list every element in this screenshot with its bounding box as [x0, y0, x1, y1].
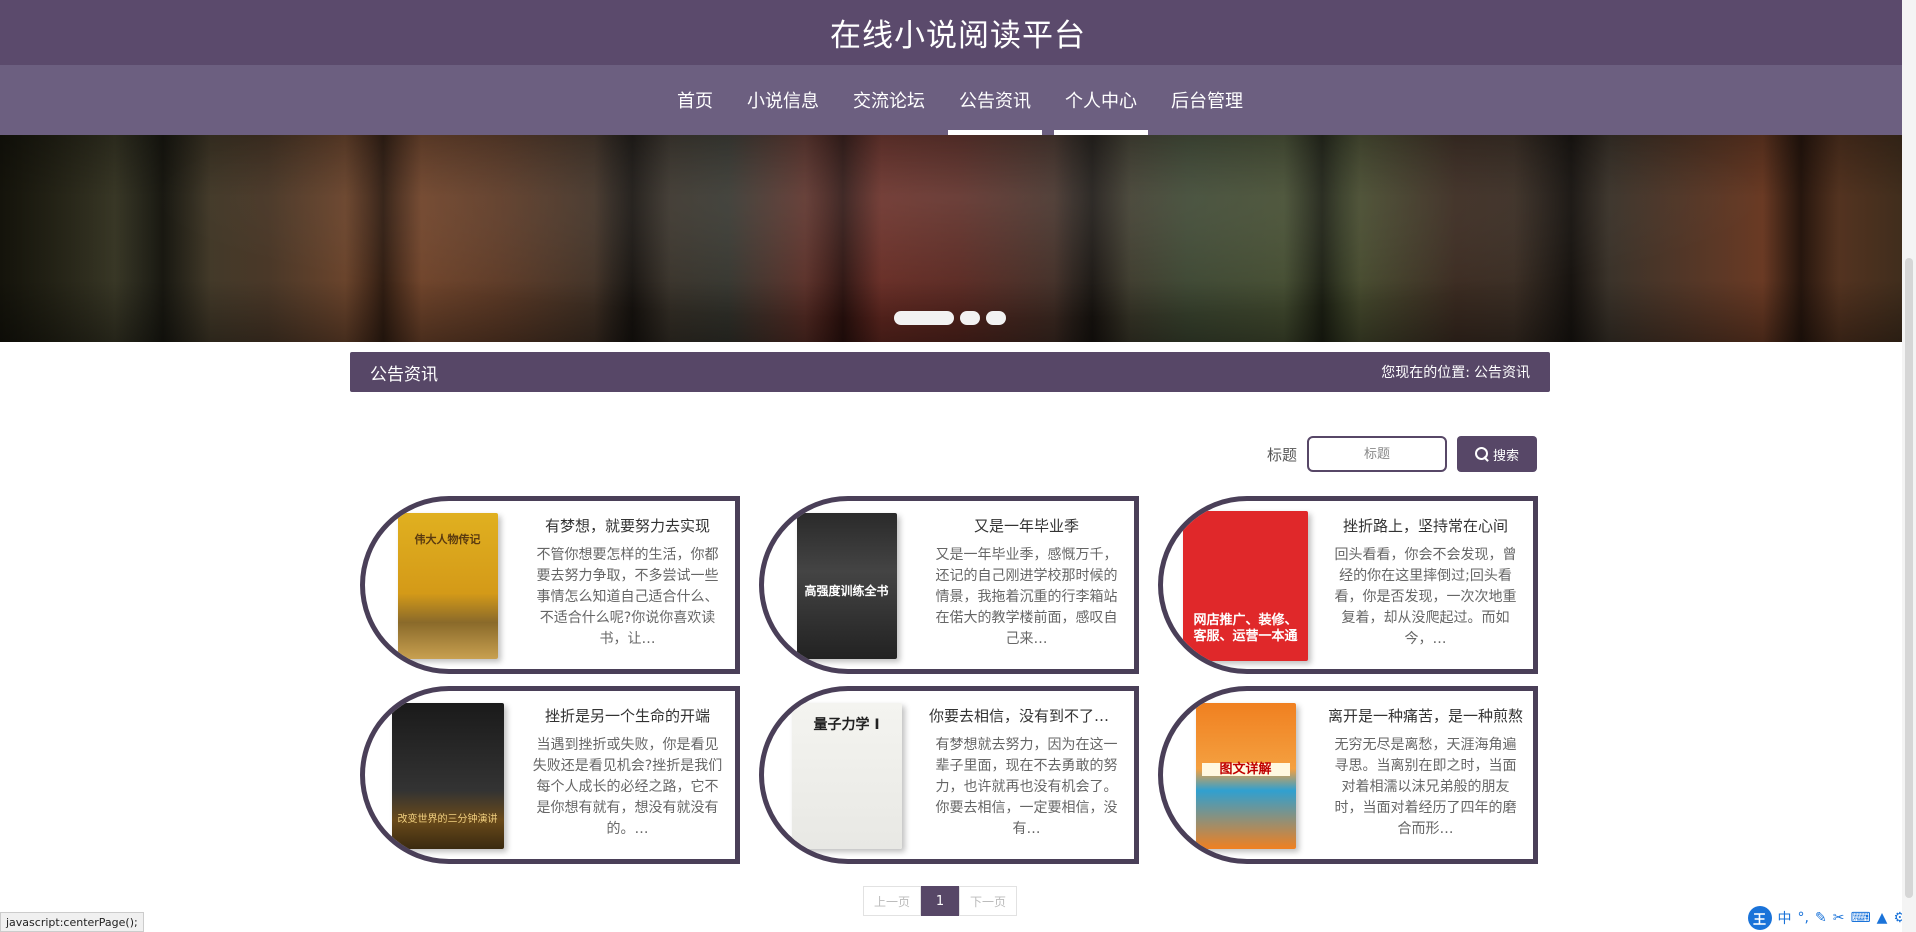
book-cover-image: 图文详解 — [1195, 703, 1296, 849]
book-cover-text: 改变世界的三分钟演讲 — [397, 814, 498, 825]
book-cover-text: 网店推广、装修、客服、运营一本通 — [1193, 613, 1298, 644]
browser-status-bar: javascript:centerPage(); — [0, 912, 144, 932]
book-cover-image: 改变世界的三分钟演讲 — [391, 703, 504, 849]
pen-icon[interactable]: ✎ — [1815, 910, 1827, 926]
card-body: 挫折路上，坚持常在心间 回头看看，你会不会发现，曾经的你在这里摔倒过;回头看看，… — [1328, 515, 1523, 650]
ime-logo-icon[interactable]: 王 — [1747, 906, 1772, 930]
book-cover-image: 伟大人物传记 — [397, 513, 498, 659]
card-title: 挫折是另一个生命的开端 — [544, 707, 710, 725]
carousel-dots — [894, 311, 1006, 325]
book-cover-text: 图文详解 — [1201, 763, 1290, 776]
main-nav: 首页 小说信息 交流论坛 公告资讯 个人中心 后台管理 — [0, 65, 1916, 177]
section-title-bar: 公告资讯 您现在的位置: 公告资讯 — [350, 352, 1550, 392]
card-description: 不管你想要怎样的生活，你都要去努力争取，不多尝试一些事情怎么知道自己适合什么、不… — [536, 547, 719, 647]
news-card[interactable]: 改变世界的三分钟演讲 挫折是另一个生命的开端 当遇到挫折或失败，你是看见失败还是… — [360, 686, 740, 864]
card-thumbnail: 网店推广、装修、客服、运营一本通 — [1183, 511, 1308, 661]
pagination: 上一页 1 下一页 — [863, 886, 1018, 916]
card-description: 有梦想就去努力，因为在这一辈子里面，现在不去勇敢的努力，也许就再也没有机会了。你… — [935, 737, 1118, 837]
book-cover-text: 伟大人物传记 — [414, 533, 481, 546]
card-title: 你要去相信，没有到不了的明天 — [929, 707, 1124, 725]
site-header: 在线小说阅读平台 — [0, 0, 1916, 65]
punctuation-icon[interactable]: °, — [1798, 910, 1809, 926]
news-card[interactable]: 高强度训练全书 又是一年毕业季 又是一年毕业季，感慨万千，还记的自己刚进学校那时… — [759, 496, 1139, 674]
card-body: 有梦想，就要努力去实现 不管你想要怎样的生活，你都要去努力争取，不多尝试一些事情… — [530, 515, 725, 650]
card-description: 无穷无尽是离愁，天涯海角遍寻思。当离别在即之时，当面对着相濡以沫兄弟般的朋友时，… — [1334, 737, 1517, 837]
card-thumbnail: 改变世界的三分钟演讲 — [385, 701, 510, 851]
card-description: 又是一年毕业季，感慨万千，还记的自己刚进学校那时候的情景，我拖着沉重的行李箱站在… — [935, 547, 1118, 647]
nav-item-novels[interactable]: 小说信息 — [736, 65, 830, 135]
breadcrumb-current[interactable]: 公告资讯 — [1474, 362, 1530, 382]
card-body: 挫折是另一个生命的开端 当遇到挫折或失败，你是看见失败还是看见机会?挫折是我们每… — [530, 705, 725, 840]
card-thumbnail: 图文详解 — [1183, 701, 1308, 851]
news-card[interactable]: 图文详解 离开是一种痛苦，是一种煎熬 无穷无尽是离愁，天涯海角遍寻思。当离别在即… — [1158, 686, 1538, 864]
ime-toolbar: 王 中 °, ✎ ✂ ⌨ ▲ ⚙ — [1747, 906, 1906, 930]
site-title: 在线小说阅读平台 — [830, 18, 1086, 54]
news-card[interactable]: 伟大人物传记 有梦想，就要努力去实现 不管你想要怎样的生活，你都要去努力争取，不… — [360, 496, 740, 674]
card-thumbnail: 高强度训练全书 — [784, 511, 909, 661]
book-cover-text: 量子力学 I — [813, 717, 880, 733]
nav-item-profile[interactable]: 个人中心 — [1054, 65, 1148, 135]
prev-page-button[interactable]: 上一页 — [863, 886, 922, 916]
card-description: 当遇到挫折或失败，你是看见失败还是看见机会?挫折是我们每个人成长的必经之路，它不… — [532, 737, 723, 837]
next-page-button[interactable]: 下一页 — [959, 886, 1018, 916]
search-label: 标题 — [1267, 445, 1298, 464]
page: 在线小说阅读平台 首页 小说信息 交流论坛 公告资讯 个人中心 后台管理 公告资… — [0, 0, 1916, 932]
shirt-icon[interactable]: ▲ — [1877, 910, 1888, 926]
section-title: 公告资讯 — [370, 364, 438, 385]
book-cover-image: 网店推广、装修、客服、运营一本通 — [1183, 511, 1308, 661]
nav-item-forum[interactable]: 交流论坛 — [842, 65, 936, 135]
news-card[interactable]: 网店推广、装修、客服、运营一本通 挫折路上，坚持常在心间 回头看看，你会不会发现… — [1158, 496, 1538, 674]
card-title: 有梦想，就要努力去实现 — [544, 517, 710, 535]
search-input[interactable] — [1307, 436, 1448, 472]
book-cover-text: 高强度训练全书 — [804, 584, 889, 598]
card-body: 你要去相信，没有到不了的明天 有梦想就去努力，因为在这一辈子里面，现在不去勇敢的… — [929, 705, 1124, 840]
carousel-dot-1[interactable] — [894, 311, 954, 325]
card-description: 回头看看，你会不会发现，曾经的你在这里摔倒过;回头看看，你是否发现，一次次地重复… — [1334, 547, 1517, 647]
breadcrumb-prefix: 您现在的位置: — [1381, 365, 1470, 381]
nav-item-admin[interactable]: 后台管理 — [1160, 65, 1254, 135]
ime-mode-toggle[interactable]: 中 — [1778, 908, 1792, 928]
card-title: 挫折路上，坚持常在心间 — [1342, 517, 1508, 535]
scissors-icon[interactable]: ✂ — [1833, 910, 1845, 926]
nav-item-news[interactable]: 公告资讯 — [948, 65, 1042, 135]
keyboard-icon[interactable]: ⌨ — [1850, 910, 1870, 926]
nav-list: 首页 小说信息 交流论坛 公告资讯 个人中心 后台管理 — [660, 65, 1260, 135]
page-1-button[interactable]: 1 — [921, 886, 960, 916]
book-cover-image: 高强度训练全书 — [796, 513, 897, 659]
search-button[interactable]: 搜索 — [1457, 436, 1538, 472]
card-thumbnail: 伟大人物传记 — [385, 511, 510, 661]
page-scrollbar[interactable] — [1902, 0, 1916, 932]
carousel-dot-2[interactable] — [960, 311, 980, 325]
card-body: 离开是一种痛苦，是一种煎熬 无穷无尽是离愁，天涯海角遍寻思。当离别在即之时，当面… — [1328, 705, 1523, 840]
nav-item-home[interactable]: 首页 — [666, 65, 724, 135]
carousel-dot-3[interactable] — [986, 311, 1006, 325]
news-card[interactable]: 量子力学 I 你要去相信，没有到不了的明天 有梦想就去努力，因为在这一辈子里面，… — [759, 686, 1139, 864]
card-title: 离开是一种痛苦，是一种煎熬 — [1328, 707, 1523, 725]
scrollbar-thumb[interactable] — [1905, 258, 1913, 898]
card-title: 又是一年毕业季 — [973, 517, 1079, 535]
card-thumbnail: 量子力学 I — [784, 701, 909, 851]
search-area: 标题 搜索 — [1267, 436, 1538, 472]
search-icon — [1475, 447, 1489, 461]
book-cover-image: 量子力学 I — [791, 703, 902, 849]
card-body: 又是一年毕业季 又是一年毕业季，感慨万千，还记的自己刚进学校那时候的情景，我拖着… — [929, 515, 1124, 650]
search-button-label: 搜索 — [1493, 448, 1520, 464]
banner-carousel[interactable] — [0, 135, 1916, 342]
breadcrumb: 您现在的位置: 公告资讯 — [1381, 362, 1530, 382]
